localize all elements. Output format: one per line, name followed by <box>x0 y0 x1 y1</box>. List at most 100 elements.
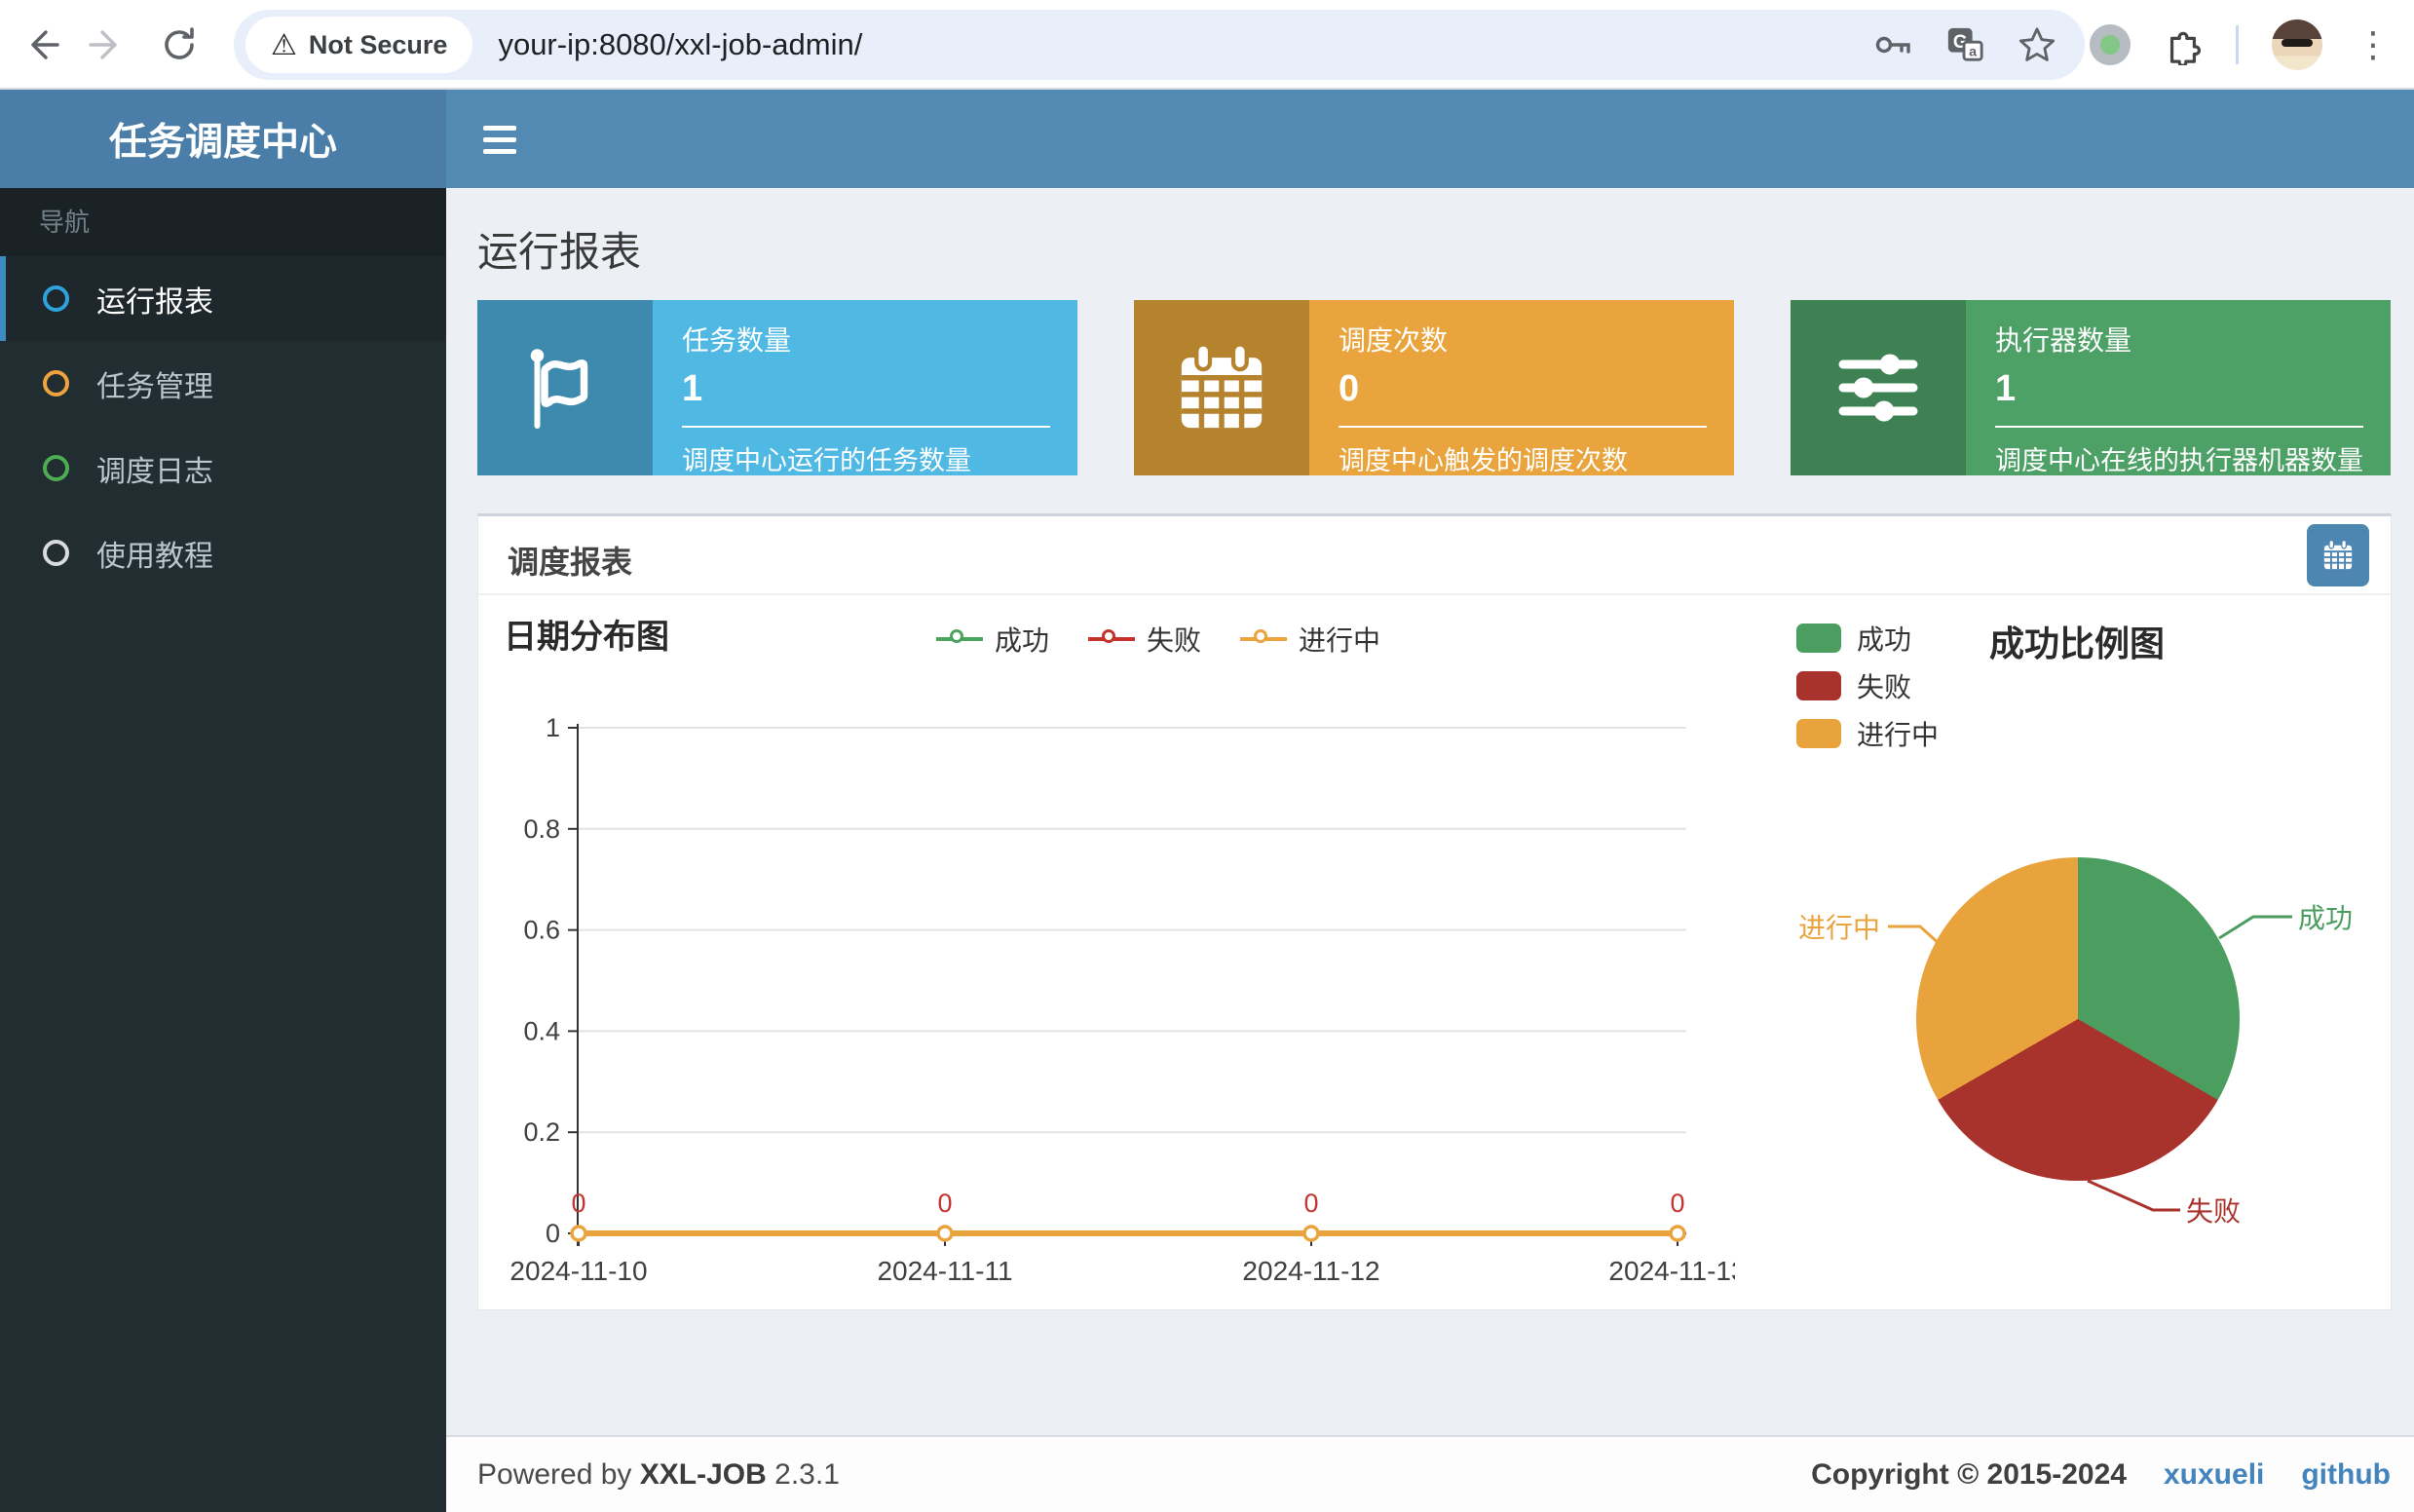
sidebar-toggle-hamburger-icon[interactable] <box>473 117 528 162</box>
stat-card-title: 调度次数 <box>1339 320 1707 359</box>
page-title: 运行报表 <box>477 219 641 279</box>
sidebar-item-0[interactable]: 运行报表 <box>0 256 446 341</box>
pie-legend-item-进行中[interactable]: 进行中 <box>1796 709 1939 757</box>
stat-card-title: 任务数量 <box>682 320 1050 359</box>
url-text[interactable]: your-ip:8080/xxl-job-admin/ <box>498 27 862 62</box>
calendar-icon <box>1134 300 1309 475</box>
footer: Powered by XXL-JOB 2.3.1 Copyright © 201… <box>446 1435 2414 1512</box>
browser-actions: Ga ⋮ <box>1873 0 2414 90</box>
data-point-label: 0 <box>571 1189 585 1218</box>
legend-item-成功[interactable]: 成功 <box>936 620 1049 659</box>
stat-card-0: 任务数量 1 调度中心运行的任务数量 <box>477 300 1077 475</box>
sidebar-item-2[interactable]: 调度日志 <box>0 426 446 510</box>
sidebar: 导航 运行报表任务管理调度日志使用教程 <box>0 188 446 1512</box>
stat-card-desc: 调度中心触发的调度次数 <box>1339 439 1707 475</box>
stat-card-value: 1 <box>682 368 1050 410</box>
sidebar-item-label: 调度日志 <box>96 447 213 490</box>
sidebar-item-3[interactable]: 使用教程 <box>0 510 446 595</box>
security-badge[interactable]: ⚠ Not Secure <box>245 17 472 73</box>
back-icon[interactable] <box>19 23 62 66</box>
reload-icon[interactable] <box>158 23 201 66</box>
stat-card-value: 1 <box>1995 368 2363 410</box>
line-chart-title: 日期分布图 <box>504 610 669 658</box>
svg-text:a: a <box>1969 44 1978 59</box>
y-tick-label: 0.2 <box>523 1117 560 1147</box>
pie-chart-title: 成功比例图 <box>1911 616 2243 666</box>
circle-o-icon <box>43 285 69 312</box>
address-bar[interactable]: ⚠ Not Secure your-ip:8080/xxl-job-admin/ <box>234 10 2085 80</box>
menu-kebab-icon[interactable]: ⋮ <box>2356 27 2391 62</box>
sidebar-item-label: 运行报表 <box>96 278 213 321</box>
panel-title: 调度报表 <box>508 538 632 583</box>
stat-card-1: 调度次数 0 调度中心触发的调度次数 <box>1134 300 1734 475</box>
x-axis-label: 2024-11-10 <box>509 1256 647 1286</box>
data-point-marker <box>938 1227 952 1240</box>
security-badge-label: Not Secure <box>309 30 448 60</box>
x-axis-label: 2024-11-13 <box>1608 1256 1735 1286</box>
data-point-label: 0 <box>1670 1189 1684 1218</box>
main-content: 运行报表 任务数量 1 调度中心运行的任务数量 调度次数 0 调度中心触发的调度次数 执行器… <box>446 188 2414 1435</box>
flag-icon <box>477 300 653 475</box>
panel-header: 调度报表 <box>478 516 2391 595</box>
data-point-marker <box>1304 1227 1318 1240</box>
translate-icon[interactable]: Ga <box>1945 25 1984 64</box>
screen: ⚠ Not Secure your-ip:8080/xxl-job-admin/… <box>0 0 2414 1512</box>
sidebar-item-1[interactable]: 任务管理 <box>0 341 446 426</box>
profile-avatar[interactable] <box>2272 19 2322 70</box>
link-xuxueli[interactable]: xuxueli <box>2164 1458 2264 1492</box>
legend-item-进行中[interactable]: 进行中 <box>1240 620 1380 659</box>
circle-o-icon <box>43 370 69 397</box>
y-tick-label: 0.6 <box>523 916 560 945</box>
product-name: XXL-JOB <box>640 1458 767 1491</box>
product-version: 2.3.1 <box>774 1458 840 1491</box>
data-point-label: 0 <box>1303 1189 1318 1218</box>
legend-swatch-icon <box>1796 719 1841 748</box>
legend-item-失败[interactable]: 失败 <box>1088 620 1201 659</box>
x-axis-label: 2024-11-11 <box>877 1256 1012 1286</box>
warning-icon: ⚠ <box>271 28 297 62</box>
pie-callout-label-成功: 成功 <box>2298 897 2353 936</box>
y-tick-label: 0.4 <box>523 1016 560 1045</box>
x-axis-label: 2024-11-12 <box>1242 1256 1379 1286</box>
stat-card-desc: 调度中心运行的任务数量 <box>682 439 1050 475</box>
toolbar-divider <box>2236 25 2239 64</box>
app-header: 任务调度中心 欢迎 user ▼ <box>0 90 2414 188</box>
powered-by-text: Powered by XXL-JOB 2.3.1 <box>477 1458 840 1492</box>
data-point-marker <box>1671 1227 1684 1240</box>
legend-line-marker-icon <box>936 629 983 649</box>
pie-legend-item-失败[interactable]: 失败 <box>1796 662 1939 709</box>
y-tick-label: 1 <box>546 713 560 742</box>
pie-chart <box>1916 857 2240 1181</box>
sidebar-item-label: 任务管理 <box>96 362 213 405</box>
dispatch-report-panel: 调度报表 日期分布图 成功失败进行中 00.20.40.60.810000202… <box>477 513 2392 1310</box>
link-github[interactable]: github <box>2301 1458 2391 1492</box>
legend-line-marker-icon <box>1088 629 1135 649</box>
date-range-button[interactable] <box>2307 524 2369 586</box>
forward-icon[interactable] <box>86 23 129 66</box>
password-key-icon[interactable] <box>1873 25 1912 64</box>
sidebar-item-label: 使用教程 <box>96 532 213 575</box>
stat-card-divider <box>1995 426 2363 428</box>
sliders-icon <box>1791 300 1966 475</box>
stat-card-divider <box>682 426 1050 428</box>
extensions-puzzle-icon[interactable] <box>2164 25 2203 64</box>
bookmark-star-icon[interactable] <box>2018 25 2056 64</box>
data-point-marker <box>572 1227 585 1240</box>
line-chart: 00.20.40.60.8100002024-11-102024-11-1120… <box>488 685 1735 1304</box>
stat-card-value: 0 <box>1339 368 1707 410</box>
copyright-label: Copyright © 2015-2024 <box>1811 1458 2127 1492</box>
legend-swatch-icon <box>1796 624 1841 653</box>
y-tick-label: 0 <box>546 1219 560 1248</box>
line-chart-legend: 成功失败进行中 <box>936 620 1380 659</box>
stat-card-2: 执行器数量1调度中心在线的执行器机器数量 <box>1791 300 2391 475</box>
y-tick-label: 0.8 <box>523 814 560 844</box>
legend-line-marker-icon <box>1240 629 1287 649</box>
stat-card-divider <box>1339 426 1707 428</box>
extension-status-icon[interactable] <box>2090 24 2131 65</box>
brand-logo[interactable]: 任务调度中心 <box>0 90 446 188</box>
circle-o-icon <box>43 540 69 566</box>
copyright-text: Copyright © 2015-2024 xuxueli github <box>1811 1458 2391 1492</box>
stat-card-title: 执行器数量 <box>1995 320 2363 359</box>
circle-o-icon <box>43 455 69 481</box>
legend-swatch-icon <box>1796 671 1841 700</box>
